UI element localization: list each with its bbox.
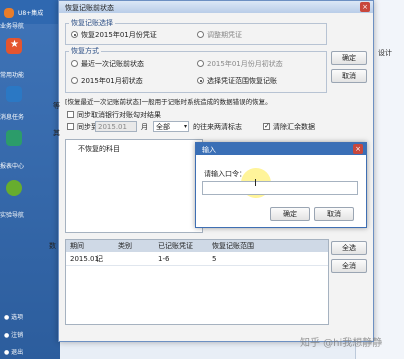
radio-year-start-label: 2015年01月初状态: [81, 77, 143, 85]
radio-last-state[interactable]: [71, 60, 78, 67]
sync-to-checkbox[interactable]: [67, 123, 74, 130]
clear-data-label: 清除汇余数据: [273, 123, 315, 131]
password-prompt: 请输入口令：: [204, 170, 246, 178]
sidebar-label-lab: 实验导航: [0, 212, 25, 219]
restore-method-group: [65, 51, 327, 93]
col-category: 类别: [118, 242, 132, 250]
radio-select-range-label: 选择凭证范围恢复记账: [207, 77, 277, 85]
report-icon[interactable]: [6, 130, 22, 146]
restore-choice-title: 恢复记账选择: [69, 18, 115, 28]
watermark: 知乎 @hi我想静静: [300, 338, 383, 349]
password-dialog-title-bar: 输入 ×: [196, 143, 366, 155]
logout-item[interactable]: ● 注销: [4, 330, 23, 339]
voucher-table: 期间 类别 已记账凭证 恢复记账范围 2015.01 记 1-6 5: [65, 239, 329, 325]
month-suffix: 月: [141, 123, 148, 131]
dialog-title: 恢复记账前状态: [65, 4, 114, 12]
background-letter-2: 其: [53, 129, 60, 137]
text-cursor-icon: I: [254, 178, 257, 189]
ok-button[interactable]: 确定: [331, 51, 367, 65]
scope-select[interactable]: 全部 ▾: [153, 121, 189, 132]
col-range: 恢复记账范围: [212, 242, 254, 250]
sidebar-label-reports: 报表中心: [0, 163, 25, 170]
cancel-button[interactable]: 取消: [331, 69, 367, 83]
radio-select-range[interactable]: [197, 77, 204, 84]
radio-last-state-label: 最近一次记账前状态: [81, 60, 144, 68]
restore-method-title: 恢复方式: [69, 46, 101, 56]
tick-label: 的往来两清标志: [193, 123, 242, 131]
sync-bank-checkbox[interactable]: [67, 111, 74, 118]
deselect-all-button[interactable]: 全消: [331, 259, 367, 273]
excluded-subjects-label: 不恢复的科目: [78, 145, 120, 153]
password-dialog-title: 输入: [202, 146, 216, 154]
password-close-icon[interactable]: ×: [353, 144, 363, 154]
table-header: 期间 类别 已记账凭证 恢复记账范围: [66, 240, 328, 252]
radio-month-start[interactable]: [197, 60, 204, 67]
message-icon[interactable]: [6, 86, 22, 102]
sidebar-label-messages: 消息任务: [0, 114, 25, 121]
col-posted: 已记账凭证: [158, 242, 193, 250]
password-cancel-button[interactable]: 取消: [314, 207, 354, 221]
app-logo-icon: [4, 8, 14, 18]
app-top-label: U8+集成: [18, 10, 44, 17]
sync-bank-label: 同步取消银行对账勾对结果: [77, 111, 161, 119]
clear-data-checkbox[interactable]: [263, 122, 270, 130]
options-item[interactable]: ● 选项: [4, 312, 23, 321]
background-letter-1: 等: [53, 102, 60, 110]
radio-year-start[interactable]: [71, 77, 78, 84]
lab-icon[interactable]: [6, 180, 22, 196]
close-icon[interactable]: ×: [360, 2, 370, 12]
radio-restore-period-label: 恢复2015年01月份凭证: [81, 31, 157, 39]
password-ok-button[interactable]: 确定: [270, 207, 310, 221]
excluded-subjects-list[interactable]: 不恢复的科目: [65, 139, 203, 233]
sidebar-label-common: 常用功能: [0, 72, 25, 79]
password-input[interactable]: [202, 181, 358, 195]
radio-month-start-label: 2015年01月份月初状态: [207, 60, 283, 68]
select-all-button[interactable]: 全选: [331, 241, 367, 255]
col-period: 期间: [70, 242, 84, 250]
sidebar-label-business: 业务导航: [0, 23, 25, 30]
radio-adjust-period-label: 调整期凭证: [207, 31, 242, 39]
chevron-down-icon[interactable]: ▾: [184, 122, 187, 132]
dialog-title-bar: 恢复记账前状态 ×: [59, 1, 373, 13]
table-row[interactable]: 2015.01 记 1-6 5: [66, 254, 328, 266]
radio-restore-period[interactable]: [71, 31, 78, 38]
radio-adjust-period[interactable]: [197, 31, 204, 38]
password-dialog: 输入 × 请输入口令： I 确定 取消: [195, 142, 367, 228]
hint-text: [恢复最近一次记账前状态]一般用于记账时系统造成的数据错误的恢复。: [65, 98, 272, 106]
exit-item[interactable]: ● 退出: [4, 347, 23, 356]
design-label: 设计: [378, 49, 392, 57]
sync-date-field[interactable]: 2015.01: [95, 121, 137, 132]
column-side-label: 数: [49, 242, 56, 250]
